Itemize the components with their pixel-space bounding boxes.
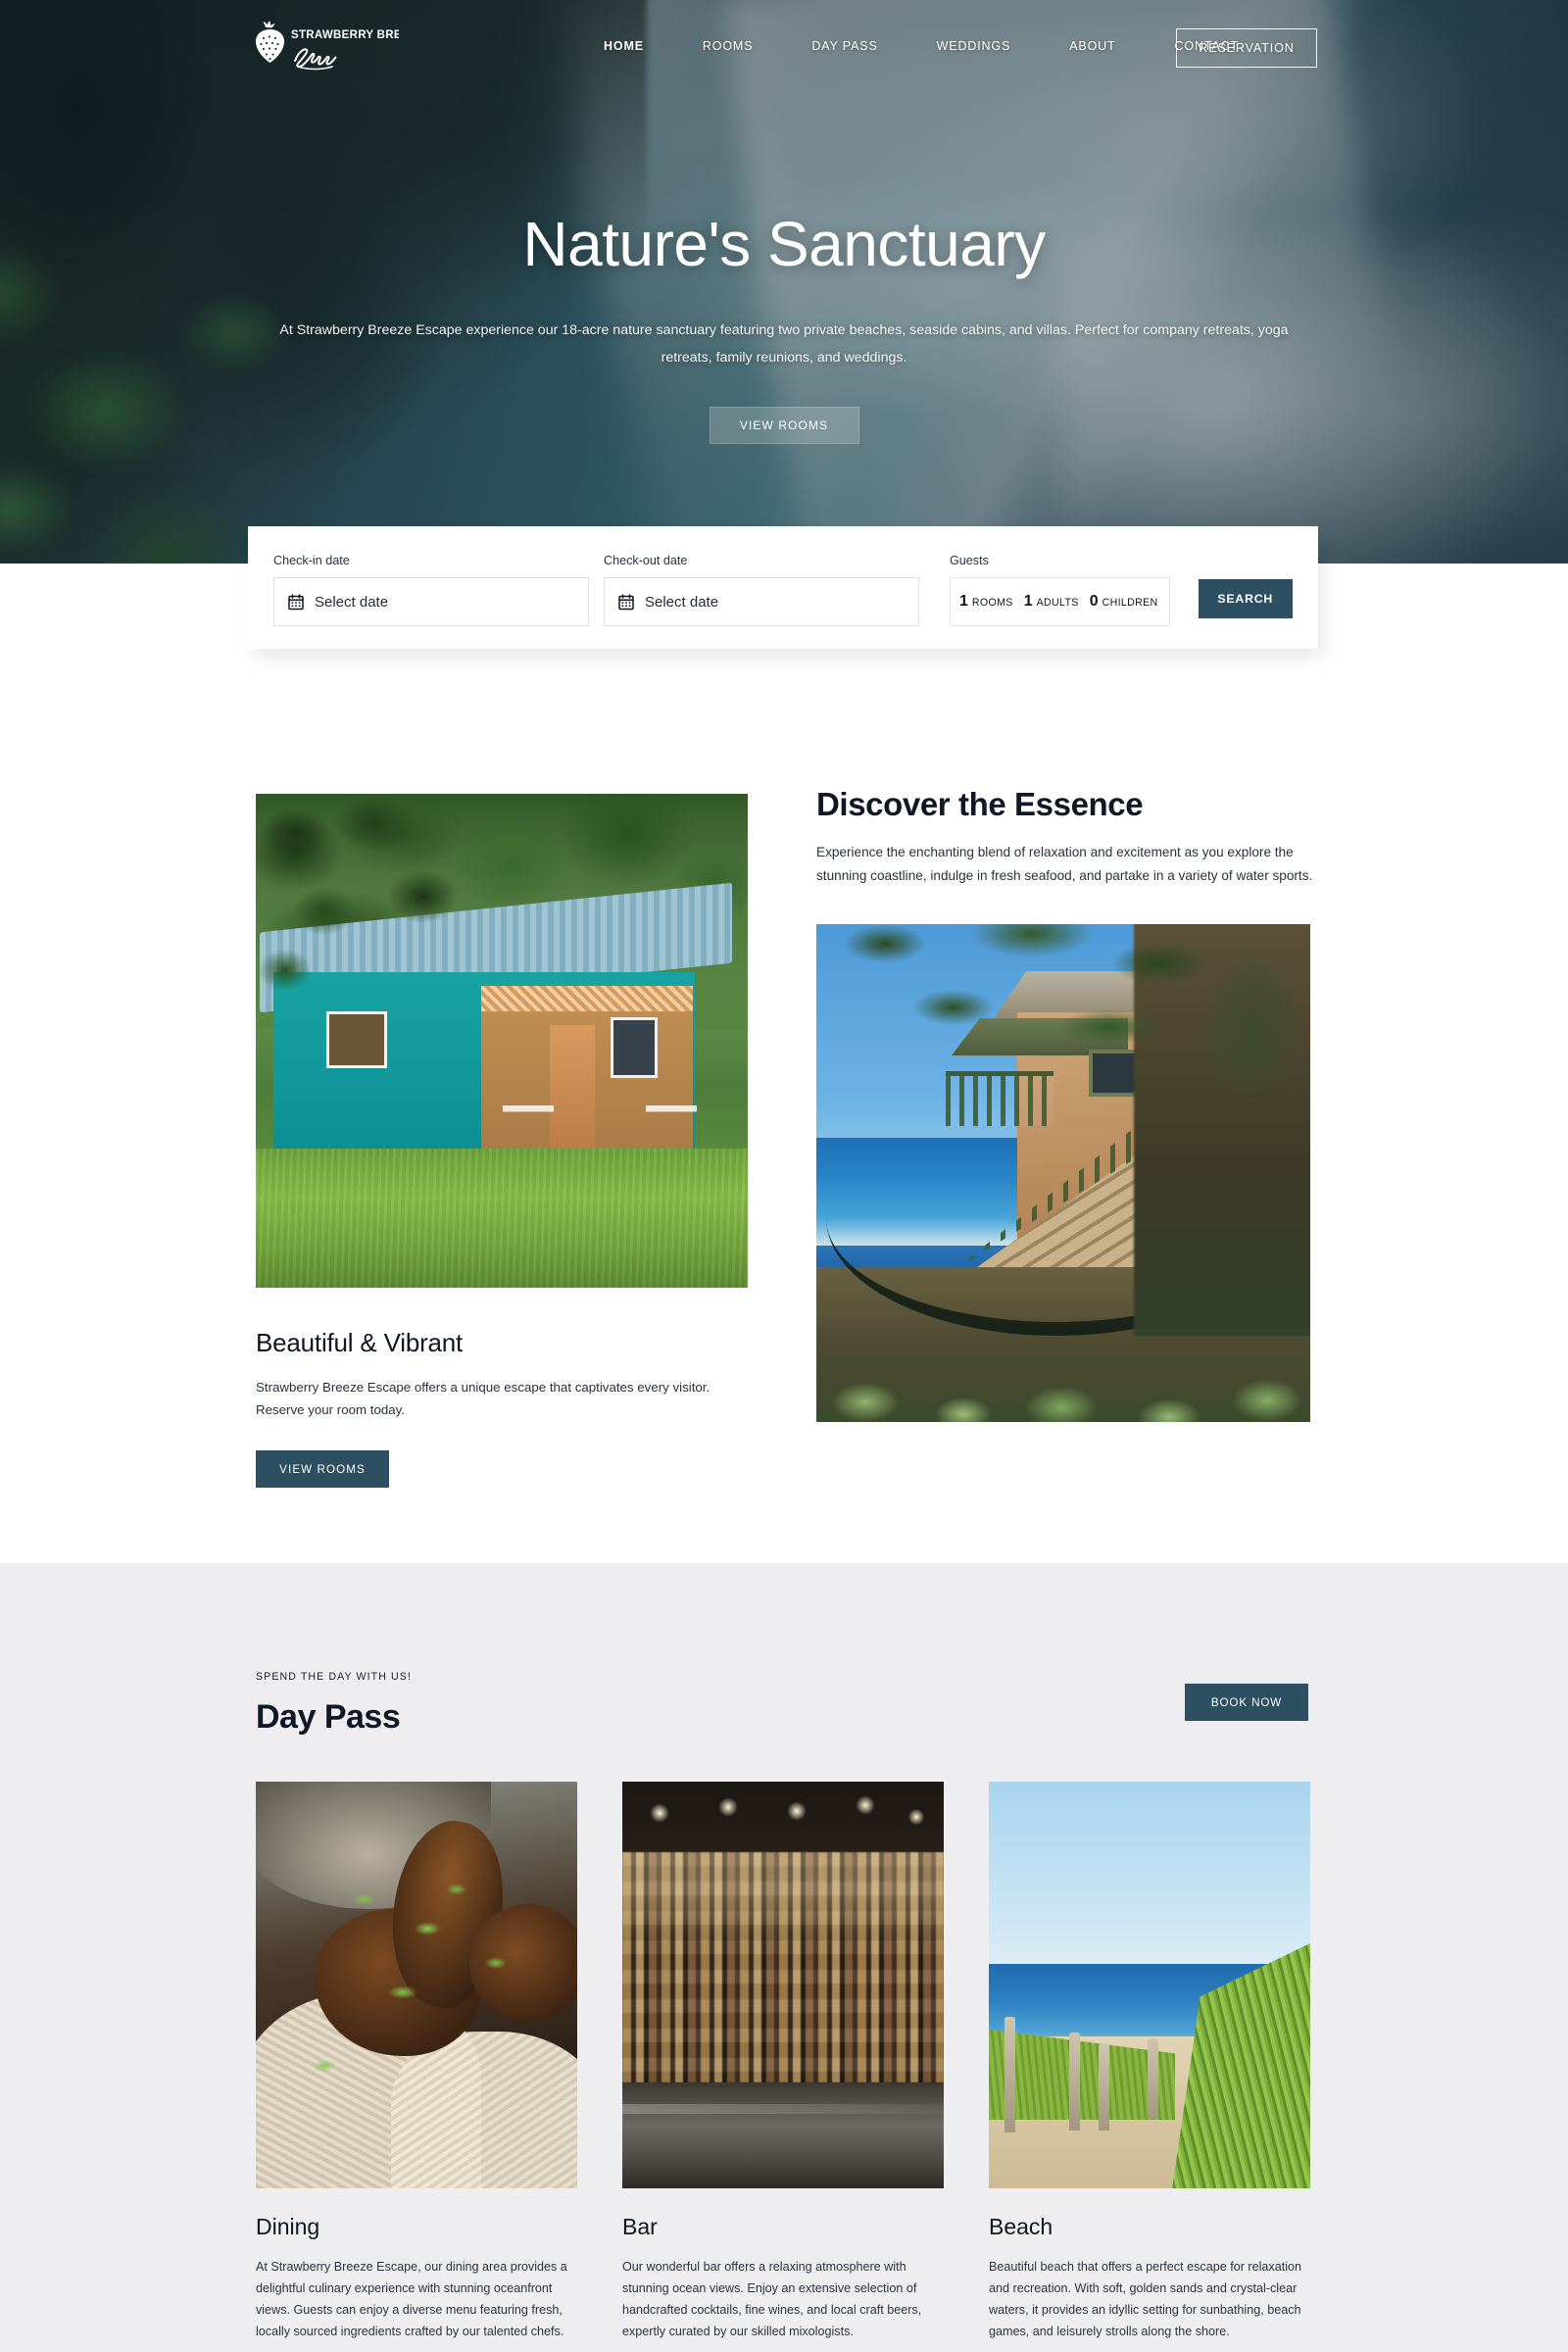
- checkout-field: Check-out date Select date: [604, 554, 919, 626]
- children-count: 0: [1089, 593, 1099, 610]
- rooms-count-group: 1 ROOMS: [959, 593, 1013, 611]
- cabin-lawn-layer: [256, 1149, 748, 1288]
- checkout-value: Select date: [645, 593, 719, 611]
- strawberry-icon: STRAWBERRY BREEZE: [256, 21, 399, 71]
- checkin-value: Select date: [315, 593, 389, 611]
- bar-body: Our wonderful bar offers a relaxing atmo…: [622, 2260, 922, 2338]
- nav-item-rooms[interactable]: ROOMS: [673, 39, 782, 53]
- bar-counter: [622, 2082, 944, 2188]
- checkout-label: Check-out date: [604, 554, 688, 567]
- brand-logo[interactable]: STRAWBERRY BREEZE: [242, 14, 399, 80]
- nav-item-about[interactable]: ABOUT: [1040, 39, 1145, 53]
- beach-body: Beautiful beach that offers a perfect es…: [989, 2260, 1302, 2338]
- calendar-icon: [618, 593, 634, 610]
- rooms-count: 1: [959, 593, 968, 610]
- checkin-label: Check-in date: [273, 554, 350, 567]
- day-pass-card-list: Dining At Strawberry Breeze Escape, our …: [256, 1782, 1312, 2343]
- discover-title: Discover the Essence: [816, 786, 1144, 822]
- cabin-lattice-layer: [481, 986, 693, 1011]
- day-pass-title: Day Pass: [256, 1698, 401, 1736]
- dining-body: At Strawberry Breeze Escape, our dining …: [256, 2260, 567, 2338]
- day-pass-card-dining: Dining At Strawberry Breeze Escape, our …: [256, 1782, 577, 2343]
- nav-item-weddings[interactable]: WEDDINGS: [907, 39, 1041, 53]
- booking-search-card: Check-in date Select date Check-out date: [248, 526, 1318, 649]
- cabin-window-left: [326, 1011, 387, 1068]
- cabin-image: [256, 794, 748, 1288]
- discover-section: Discover the Essence Experience the ench…: [0, 745, 1568, 1563]
- beautiful-vibrant-body: Strawberry Breeze Escape offers a unique…: [256, 1380, 710, 1417]
- guests-selector[interactable]: 1 ROOMS 1 ADULTS 0 CHILDREN: [950, 577, 1170, 626]
- day-pass-section: SPEND THE DAY WITH US! Day Pass BOOK NOW…: [0, 1563, 1568, 2352]
- bar-image: [622, 1782, 944, 2188]
- calendar-icon: [288, 593, 304, 610]
- children-count-group: 0 CHILDREN: [1090, 593, 1158, 611]
- hero-title: Nature's Sanctuary: [522, 209, 1046, 279]
- beach-fence-posts: [989, 1782, 1310, 2188]
- beautiful-view-rooms-button[interactable]: VIEW ROOMS: [256, 1450, 389, 1488]
- hero-section: STRAWBERRY BREEZE HOME ROOMS DAY PASS WE…: [0, 0, 1568, 564]
- main-navbar: STRAWBERRY BREEZE HOME ROOMS DAY PASS WE…: [0, 0, 1568, 93]
- reservation-button[interactable]: RESERVATION: [1176, 28, 1317, 68]
- beach-image: [989, 1782, 1310, 2188]
- book-now-button[interactable]: BOOK NOW: [1185, 1684, 1308, 1721]
- guests-field: Guests 1 ROOMS 1 ADULTS 0 CHILDREN: [950, 554, 1170, 626]
- dining-scallion-garnish: [256, 1782, 577, 2188]
- guests-label: Guests: [950, 554, 989, 567]
- discover-body: Experience the enchanting blend of relax…: [816, 845, 1313, 884]
- bar-title: Bar: [622, 2214, 658, 2239]
- bar-bottle-shelf: [622, 1852, 944, 2082]
- cabin-window-right: [611, 1017, 658, 1078]
- day-pass-card-bar: Bar Our wonderful bar offers a relaxing …: [622, 1782, 944, 2343]
- checkin-input[interactable]: Select date: [273, 577, 589, 626]
- checkin-field: Check-in date Select date: [273, 554, 589, 626]
- nav-item-day-pass[interactable]: DAY PASS: [782, 39, 906, 53]
- cabin-foreground-leaves: [256, 794, 481, 1000]
- villa-foreground-plants: [816, 1304, 1310, 1422]
- hero-view-rooms-button[interactable]: VIEW ROOMS: [709, 407, 859, 445]
- nav-links: HOME ROOMS DAY PASS WEDDINGS ABOUT CONTA…: [574, 39, 1268, 53]
- dining-image: [256, 1782, 577, 2188]
- day-pass-eyebrow: SPEND THE DAY WITH US!: [256, 1671, 412, 1683]
- adults-label: ADULTS: [1036, 597, 1079, 609]
- checkout-input[interactable]: Select date: [604, 577, 919, 626]
- hero-content: Nature's Sanctuary At Strawberry Breeze …: [0, 209, 1568, 445]
- search-button[interactable]: SEARCH: [1198, 579, 1294, 618]
- villa-image: [816, 924, 1310, 1422]
- discover-text-block: Discover the Essence Experience the ench…: [816, 786, 1316, 889]
- beautiful-vibrant-title: Beautiful & Vibrant: [256, 1328, 464, 1357]
- page-root: STRAWBERRY BREEZE HOME ROOMS DAY PASS WE…: [0, 0, 1568, 2352]
- cabin-door: [550, 1025, 595, 1158]
- hero-subtitle: At Strawberry Breeze Escape experience o…: [279, 322, 1289, 366]
- rooms-label: ROOMS: [971, 597, 1013, 609]
- dining-title: Dining: [256, 2214, 320, 2239]
- beach-title: Beach: [989, 2214, 1054, 2239]
- svg-text:STRAWBERRY BREEZE: STRAWBERRY BREEZE: [291, 29, 399, 41]
- children-label: CHILDREN: [1102, 597, 1158, 609]
- day-pass-card-beach: Beach Beautiful beach that offers a perf…: [989, 1782, 1310, 2343]
- adults-count: 1: [1023, 593, 1033, 610]
- nav-item-home[interactable]: HOME: [574, 39, 673, 53]
- villa-branches-layer: [816, 924, 1310, 1101]
- adults-count-group: 1 ADULTS: [1024, 593, 1079, 611]
